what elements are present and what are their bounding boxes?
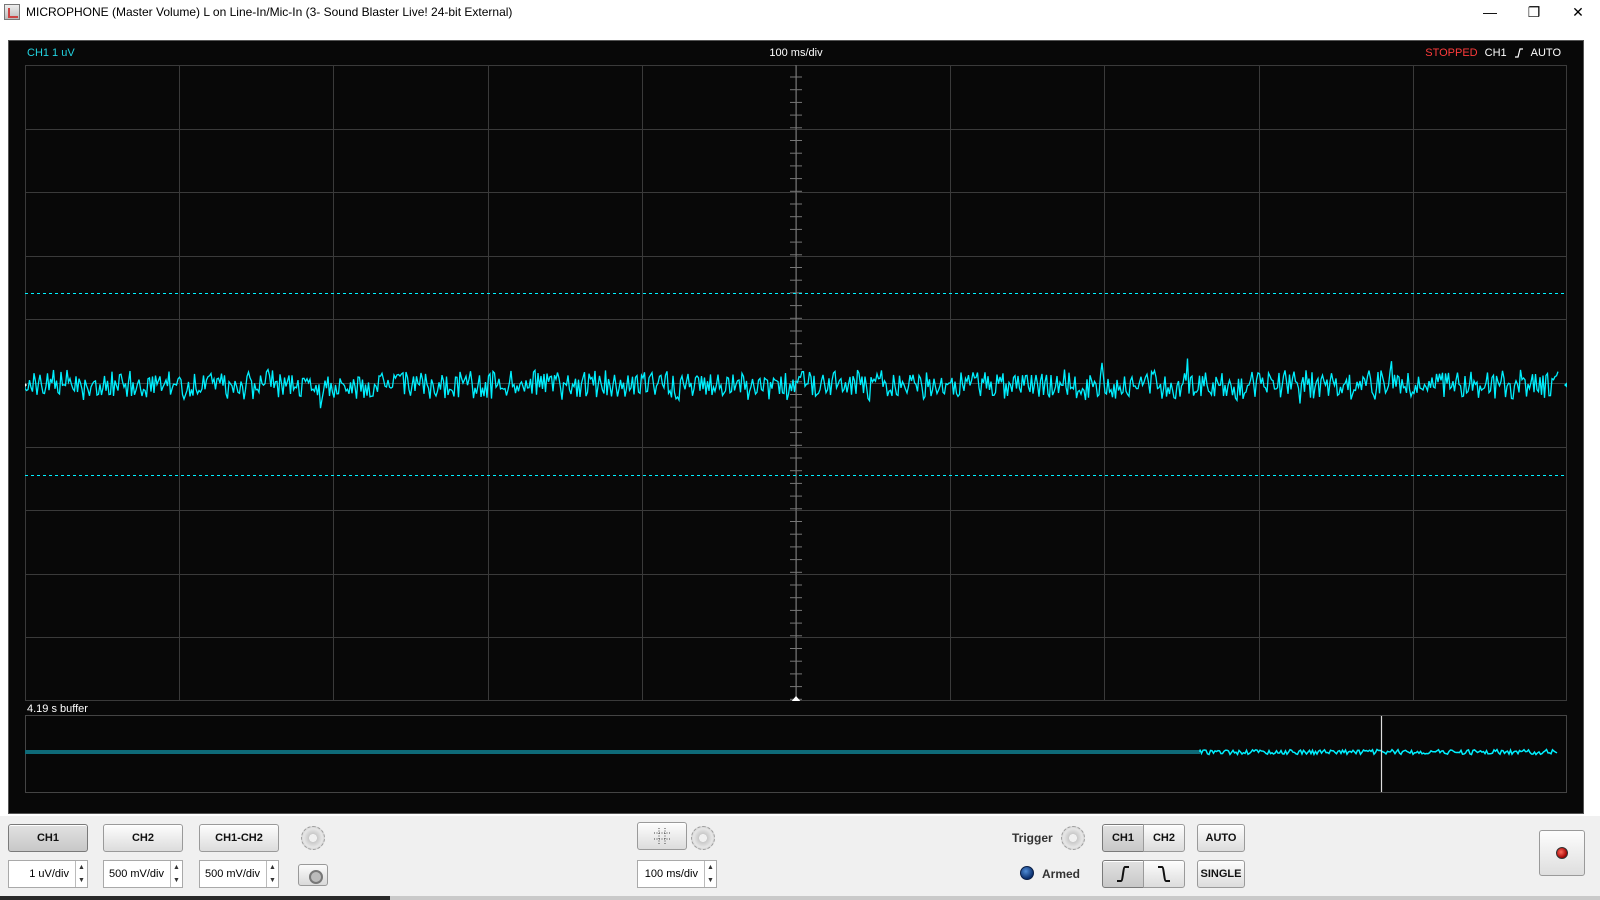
grid-toggle-button[interactable] <box>637 822 687 850</box>
single-button[interactable]: SINGLE <box>1197 860 1245 888</box>
ch1-button[interactable]: CH1 <box>8 824 88 852</box>
falling-edge-icon <box>1158 866 1170 882</box>
rising-edge-icon <box>1117 866 1129 882</box>
spinner-down-icon[interactable]: ▼ <box>705 874 716 887</box>
ch1-volts-value: 1 uV/div <box>29 868 69 880</box>
trigger-ch1-button[interactable]: CH1 <box>1102 824 1144 852</box>
status-stopped: STOPPED <box>1425 47 1478 59</box>
math-volts-value: 500 mV/div <box>204 868 260 880</box>
trigger-label: Trigger <box>1012 831 1053 845</box>
buffer-label: 4.19 s buffer <box>27 703 88 715</box>
spinner-up-icon[interactable]: ▲ <box>705 861 716 874</box>
ch1-ch2-button[interactable]: CH1-CH2 <box>199 824 279 852</box>
status-trigger-mode: AUTO <box>1530 47 1561 59</box>
window-title: MICROPHONE (Master Volume) L on Line-In/… <box>26 5 513 19</box>
armed-label: Armed <box>1042 867 1081 881</box>
spinner-up-icon[interactable]: ▲ <box>171 861 182 874</box>
spinner-down-icon[interactable]: ▼ <box>267 874 278 887</box>
trigger-ch2-button[interactable]: CH2 <box>1143 824 1185 852</box>
ch2-volts-spinner[interactable]: 500 mV/div ▲ ▼ <box>103 860 183 888</box>
gear-icon[interactable] <box>301 826 325 850</box>
ch2-button[interactable]: CH2 <box>103 824 183 852</box>
window-controls: — ❐ ✕ <box>1468 0 1600 24</box>
falling-edge-button[interactable] <box>1143 860 1185 888</box>
auto-button[interactable]: AUTO <box>1197 824 1245 852</box>
minimize-button[interactable]: — <box>1468 0 1512 24</box>
control-toolbar: CH1 CH2 CH1-CH2 1 uV/div ▲ ▼ 500 mV/div ▲… <box>0 816 1600 900</box>
ch1-volts-spinner[interactable]: 1 uV/div ▲ ▼ <box>8 860 88 888</box>
spinner-up-icon[interactable]: ▲ <box>267 861 278 874</box>
status-trigger-source: CH1 <box>1484 47 1507 59</box>
spinner-up-icon[interactable]: ▲ <box>76 861 87 874</box>
grid-icon <box>654 828 670 844</box>
scope-graticule[interactable] <box>25 65 1567 701</box>
title-bar: MICROPHONE (Master Volume) L on Line-In/… <box>0 0 1600 24</box>
ch2-volts-value: 500 mV/div <box>108 868 164 880</box>
spinner-down-icon[interactable]: ▼ <box>171 874 182 887</box>
timebase-value: 100 ms/div <box>644 868 698 880</box>
restore-button[interactable]: ❐ <box>1512 0 1556 24</box>
app-icon <box>4 4 20 20</box>
timebase-label: 100 ms/div <box>769 47 823 59</box>
math-volts-spinner[interactable]: 500 mV/div ▲ ▼ <box>199 860 279 888</box>
scope-frame: CH1 1 uV 100 ms/div STOPPED CH1 AUTO 4.1… <box>8 40 1584 814</box>
record-button[interactable] <box>1539 830 1585 876</box>
trigger-edge-icon <box>1514 48 1523 58</box>
spinner-down-icon[interactable]: ▼ <box>76 874 87 887</box>
camera-icon[interactable] <box>298 864 328 886</box>
gear-icon[interactable] <box>691 826 715 850</box>
gear-icon[interactable] <box>1061 826 1085 850</box>
scope-status: STOPPED CH1 AUTO <box>1425 47 1561 59</box>
taskbar-strip <box>0 896 1600 900</box>
buffer-view[interactable] <box>25 715 1567 793</box>
close-button[interactable]: ✕ <box>1556 0 1600 24</box>
record-icon <box>1556 847 1568 859</box>
armed-indicator <box>1020 866 1034 880</box>
rising-edge-button[interactable] <box>1102 860 1144 888</box>
timebase-spinner[interactable]: 100 ms/div ▲ ▼ <box>637 860 717 888</box>
